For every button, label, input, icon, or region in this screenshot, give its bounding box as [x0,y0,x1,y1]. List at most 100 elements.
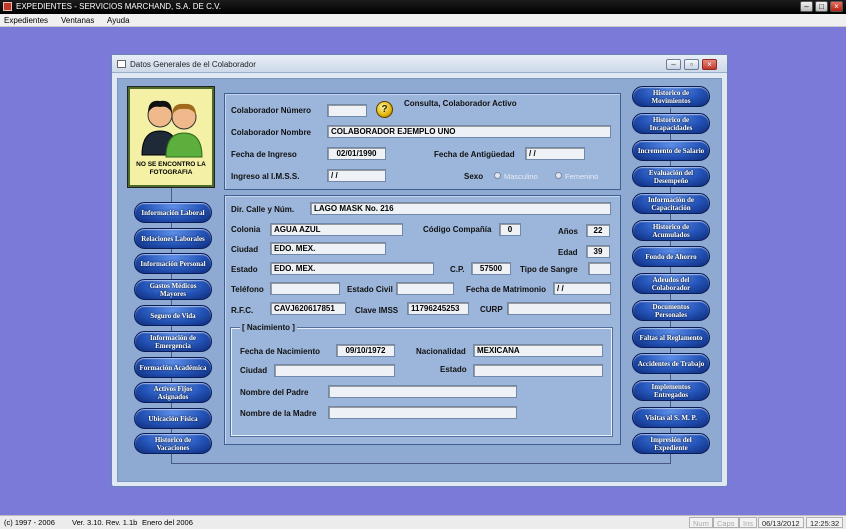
historico-vacaciones-button[interactable]: Historico de Vacaciones [134,433,212,454]
clave-imss-label: Clave IMSS [355,306,399,315]
status-release: Enero del 2006 [142,518,193,527]
ciudad-label: Ciudad [231,245,259,254]
ingreso-imss-label: Ingreso al I.M.S.S. [231,172,300,181]
fecha-matrimonio-input[interactable]: / / [553,282,611,295]
status-caps: Caps [713,517,739,528]
estado-label: Estado [231,265,258,274]
menu-ventanas[interactable]: Ventanas [61,16,94,25]
fecha-ingreso-input[interactable]: 02/01/1990 [327,147,386,160]
status-date: 06/13/2012 [758,517,804,528]
people-icon [141,100,203,158]
ubicacion-fisica-button[interactable]: Ubicación Física [134,408,212,429]
documentos-personales-button[interactable]: Documentos Personales [632,300,710,321]
relaciones-laborales-button[interactable]: Relaciones Laborales [134,228,212,249]
estado-input[interactable]: EDO. MEX. [270,262,434,275]
sexo-masculino-radio[interactable] [494,172,501,179]
implementos-entregados-button[interactable]: Implementos Entregados [632,380,710,401]
rfc-label: R.F.C. [231,306,254,315]
adeudos-colaborador-button[interactable]: Adeudos del Colaborador [632,273,710,294]
incremento-salario-button[interactable]: Incremento de Salario [632,140,710,161]
tipo-sangre-label: Tipo de Sangre [520,265,578,274]
telefono-input[interactable] [270,282,340,295]
window-close-icon[interactable]: × [702,59,717,70]
fecha-nacimiento-label: Fecha de Nacimiento [240,347,321,356]
informacion-laboral-button[interactable]: Información Laboral [134,202,212,223]
visitas-smp-button[interactable]: Visitas al S. M. P. [632,407,710,428]
nac-ciudad-label: Ciudad [240,366,268,375]
faltas-reglamento-button[interactable]: Faltas al Reglamento [632,327,710,348]
tipo-sangre-input[interactable] [588,262,611,275]
status-num: Num [689,517,713,528]
help-icon[interactable]: ? [376,101,393,118]
app-title-bar: EXPEDIENTES - SERVICIOS MARCHAND, S.A. D… [0,0,846,14]
colonia-input[interactable]: AGUA AZUL [270,223,403,236]
cp-input[interactable]: 57500 [471,262,511,275]
fondo-ahorro-button[interactable]: Fondo de Ahorro [632,246,710,267]
nombre-padre-input[interactable] [328,385,517,398]
estado-civil-input[interactable] [396,282,454,295]
evaluacion-desempeno-button[interactable]: Evaluación del Desempeño [632,166,710,187]
nombre-madre-input[interactable] [328,406,517,419]
ciudad-input[interactable]: EDO. MEX. [270,242,386,255]
fecha-ingreso-label: Fecha de Ingreso [231,150,297,159]
colaborador-nombre-input[interactable]: COLABORADOR EJEMPLO UNO [327,125,611,138]
dir-input[interactable]: LAGO MASK No. 216 [310,202,611,215]
nac-ciudad-input[interactable] [274,364,395,377]
seguro-vida-button[interactable]: Seguro de Vida [134,305,212,326]
minimize-icon[interactable]: – [800,1,813,12]
telefono-label: Teléfono [231,285,264,294]
historico-acumulados-button[interactable]: Historico de Acumulados [632,220,710,241]
rfc-input[interactable]: CAVJ620617851 [270,302,346,315]
edad-input[interactable]: 39 [586,245,610,258]
window-restore-icon[interactable]: ▫ [684,59,699,70]
curp-label: CURP [480,305,503,314]
fecha-nacimiento-input[interactable]: 09/10/1972 [336,344,395,357]
nacionalidad-input[interactable]: MEXICANA [473,344,603,357]
fecha-antiguedad-label: Fecha de Antigüedad [434,150,515,159]
status-version: Ver. 3.10. Rev. 1.1b [72,518,138,527]
menu-bar: Expedientes Ventanas Ayuda [0,14,846,27]
sexo-femenino-radio[interactable] [555,172,562,179]
colaborador-numero-label: Colaborador Número [231,106,312,115]
app-title: EXPEDIENTES - SERVICIOS MARCHAND, S.A. D… [16,2,221,11]
nac-estado-label: Estado [440,365,467,374]
menu-ayuda[interactable]: Ayuda [107,16,130,25]
codigo-compania-input[interactable]: 0 [499,223,521,236]
status-time: 12:25:32 [806,517,844,528]
accidentes-trabajo-button[interactable]: Accidentes de Trabajo [632,353,710,374]
sexo-masculino-label: Masculino [504,172,538,181]
anios-input[interactable]: 22 [586,224,610,237]
menu-expedientes[interactable]: Expedientes [4,16,48,25]
ingreso-imss-input[interactable]: / / [327,169,386,182]
clave-imss-input[interactable]: 11796245253 [407,302,469,315]
window-minimize-icon[interactable]: – [666,59,681,70]
activos-fijos-button[interactable]: Activos Fijos Asignados [134,382,212,403]
historico-movimientos-button[interactable]: Historico de Movimientos [632,86,710,107]
informacion-emergencia-button[interactable]: Información de Emergencia [134,331,212,352]
codigo-compania-label: Código Compañía [423,225,492,234]
impresion-expediente-button[interactable]: Impresión del Expediente [632,433,710,454]
edad-label: Edad [558,248,578,257]
colaborador-numero-input[interactable] [327,104,367,117]
status-ins: Ins [739,517,758,528]
maximize-icon[interactable]: □ [815,1,828,12]
colaborador-nombre-label: Colaborador Nombre [231,128,312,137]
photo-caption-line: NO SE ENCONTRO LA [136,161,206,168]
nacimiento-group-label: [ Nacimiento ] [240,323,297,332]
curp-input[interactable] [507,302,611,315]
gastos-medicos-button[interactable]: Gastos Médicos Mayores [134,279,212,300]
historico-incapacidades-button[interactable]: Historico de Incapacidades [632,113,710,134]
window-title: Datos Generales de el Colaborador [130,60,256,69]
nacionalidad-label: Nacionalidad [416,347,466,356]
status-copyright: (c) 1997 - 2006 [4,518,55,527]
employee-photo: NO SE ENCONTRO LA FOTOGRAFIA [127,86,215,188]
photo-caption: NO SE ENCONTRO LA FOTOGRAFIA [130,161,212,177]
informacion-capacitacion-button[interactable]: Información de Capacitación [632,193,710,214]
status-bar: (c) 1997 - 2006 Ver. 3.10. Rev. 1.1b Ene… [0,515,846,529]
formacion-academica-button[interactable]: Formación Académica [134,357,212,378]
fecha-antiguedad-input[interactable]: / / [525,147,585,160]
sexo-femenino-label: Femenino [565,172,599,181]
informacion-personal-button[interactable]: Información Personal [134,253,212,274]
close-icon[interactable]: × [830,1,843,12]
nac-estado-input[interactable] [473,364,603,377]
